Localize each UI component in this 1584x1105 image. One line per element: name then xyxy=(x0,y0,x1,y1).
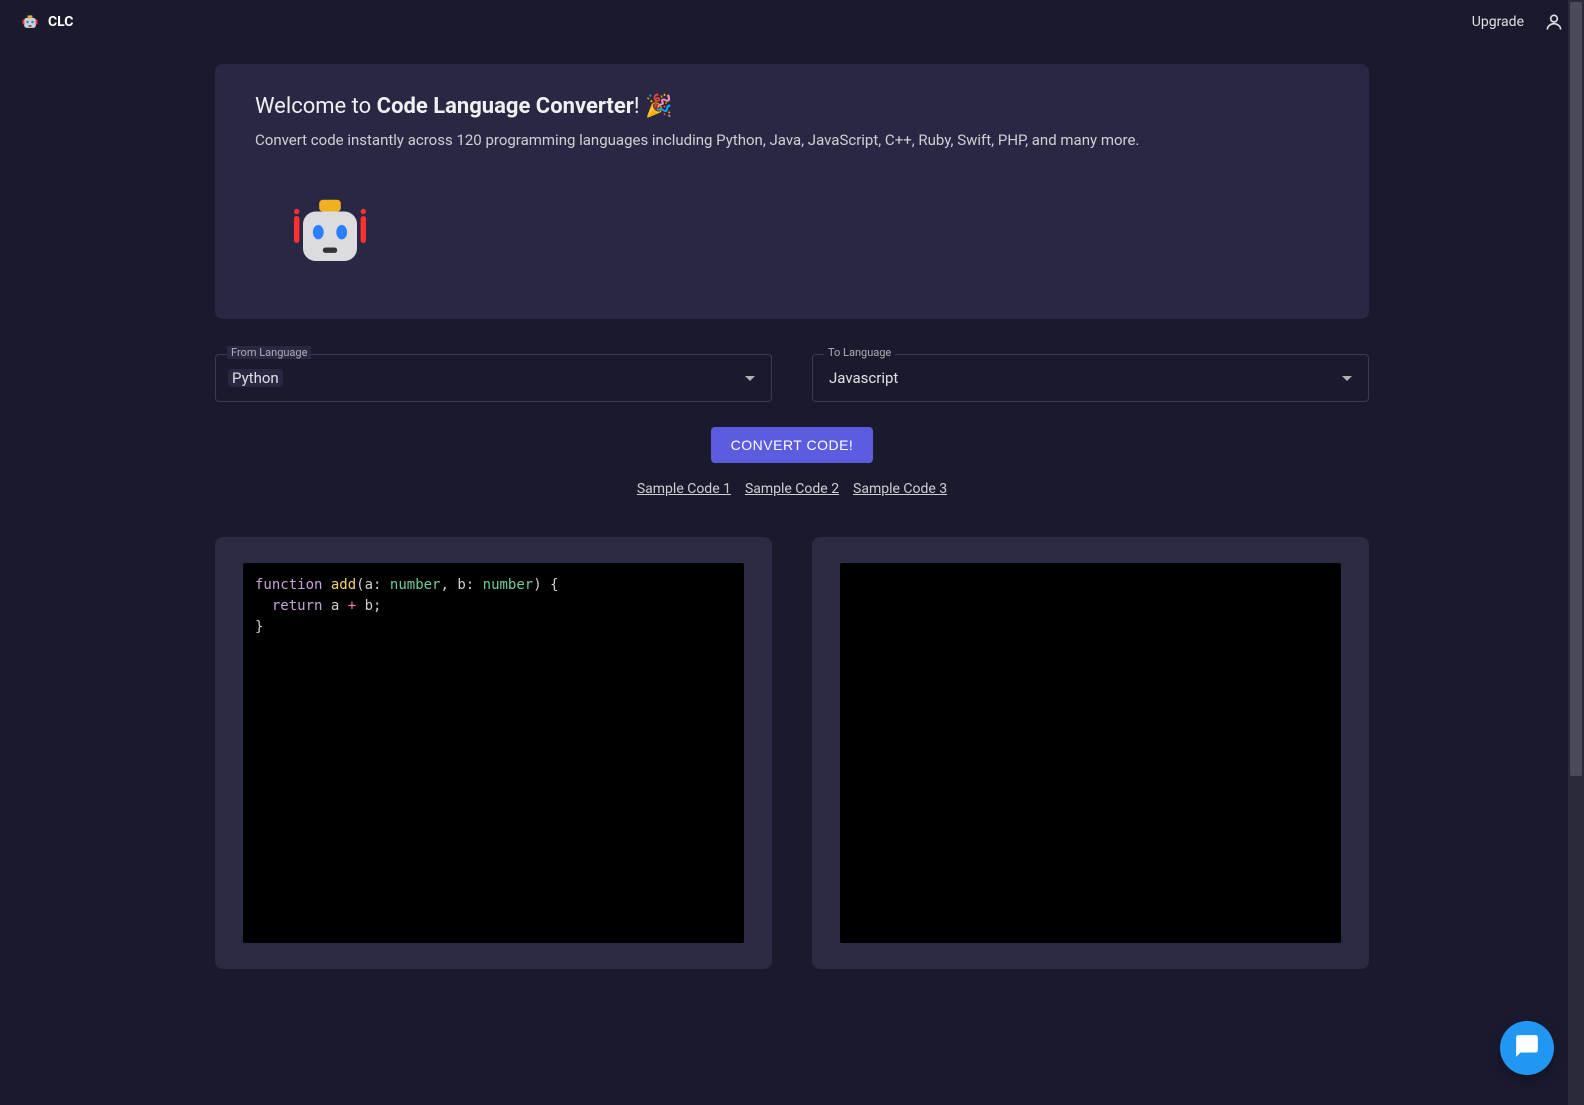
scrollbar-track[interactable] xyxy=(1568,0,1584,1105)
welcome-card: Welcome to Code Language Converter! 🎉 Co… xyxy=(215,64,1369,319)
source-editor-card: function add(a: number, b: number) { ret… xyxy=(215,537,772,969)
scrollbar-thumb[interactable] xyxy=(1570,2,1582,776)
sample-code-1-link[interactable]: Sample Code 1 xyxy=(637,481,731,497)
upgrade-link[interactable]: Upgrade xyxy=(1472,14,1524,30)
chat-button[interactable] xyxy=(1500,1021,1554,1075)
chat-icon xyxy=(1514,1033,1540,1063)
to-language-select[interactable]: Javascript xyxy=(812,354,1369,402)
code-editors: function add(a: number, b: number) { ret… xyxy=(215,537,1369,969)
robot-icon xyxy=(20,12,40,32)
profile-icon[interactable] xyxy=(1544,12,1564,32)
from-language-label: From Language xyxy=(227,346,311,359)
from-language-value: Python xyxy=(228,369,283,387)
from-language-select[interactable]: Python xyxy=(215,354,772,402)
main-content: Welcome to Code Language Converter! 🎉 Co… xyxy=(167,44,1417,1009)
chevron-down-icon xyxy=(1342,376,1352,381)
source-code-editor[interactable]: function add(a: number, b: number) { ret… xyxy=(243,563,744,943)
sample-code-3-link[interactable]: Sample Code 3 xyxy=(853,481,947,497)
to-language-wrapper: To Language Javascript xyxy=(812,354,1369,402)
target-editor-card xyxy=(812,537,1369,969)
welcome-title-bold: Code Language Converter xyxy=(377,94,634,119)
logo-text: CLC xyxy=(48,14,73,30)
welcome-title: Welcome to Code Language Converter! 🎉 xyxy=(255,94,1329,119)
to-language-value: Javascript xyxy=(829,369,898,387)
welcome-title-prefix: Welcome to xyxy=(255,94,377,119)
language-selects: From Language Python To Language Javascr… xyxy=(215,354,1369,402)
to-language-label: To Language xyxy=(824,346,895,359)
convert-section: CONVERT CODE! xyxy=(215,427,1369,463)
welcome-title-suffix: ! 🎉 xyxy=(634,94,673,119)
logo[interactable]: CLC xyxy=(20,12,73,32)
header: CLC Upgrade xyxy=(0,0,1584,44)
target-code-editor[interactable] xyxy=(840,563,1341,943)
sample-code-2-link[interactable]: Sample Code 2 xyxy=(745,481,839,497)
header-actions: Upgrade xyxy=(1472,12,1564,32)
chevron-down-icon xyxy=(745,376,755,381)
sample-links: Sample Code 1 Sample Code 2 Sample Code … xyxy=(215,478,1369,497)
robot-illustration xyxy=(285,189,375,279)
welcome-subtitle: Convert code instantly across 120 progra… xyxy=(255,131,1329,149)
from-language-wrapper: From Language Python xyxy=(215,354,772,402)
convert-button[interactable]: CONVERT CODE! xyxy=(711,427,874,463)
